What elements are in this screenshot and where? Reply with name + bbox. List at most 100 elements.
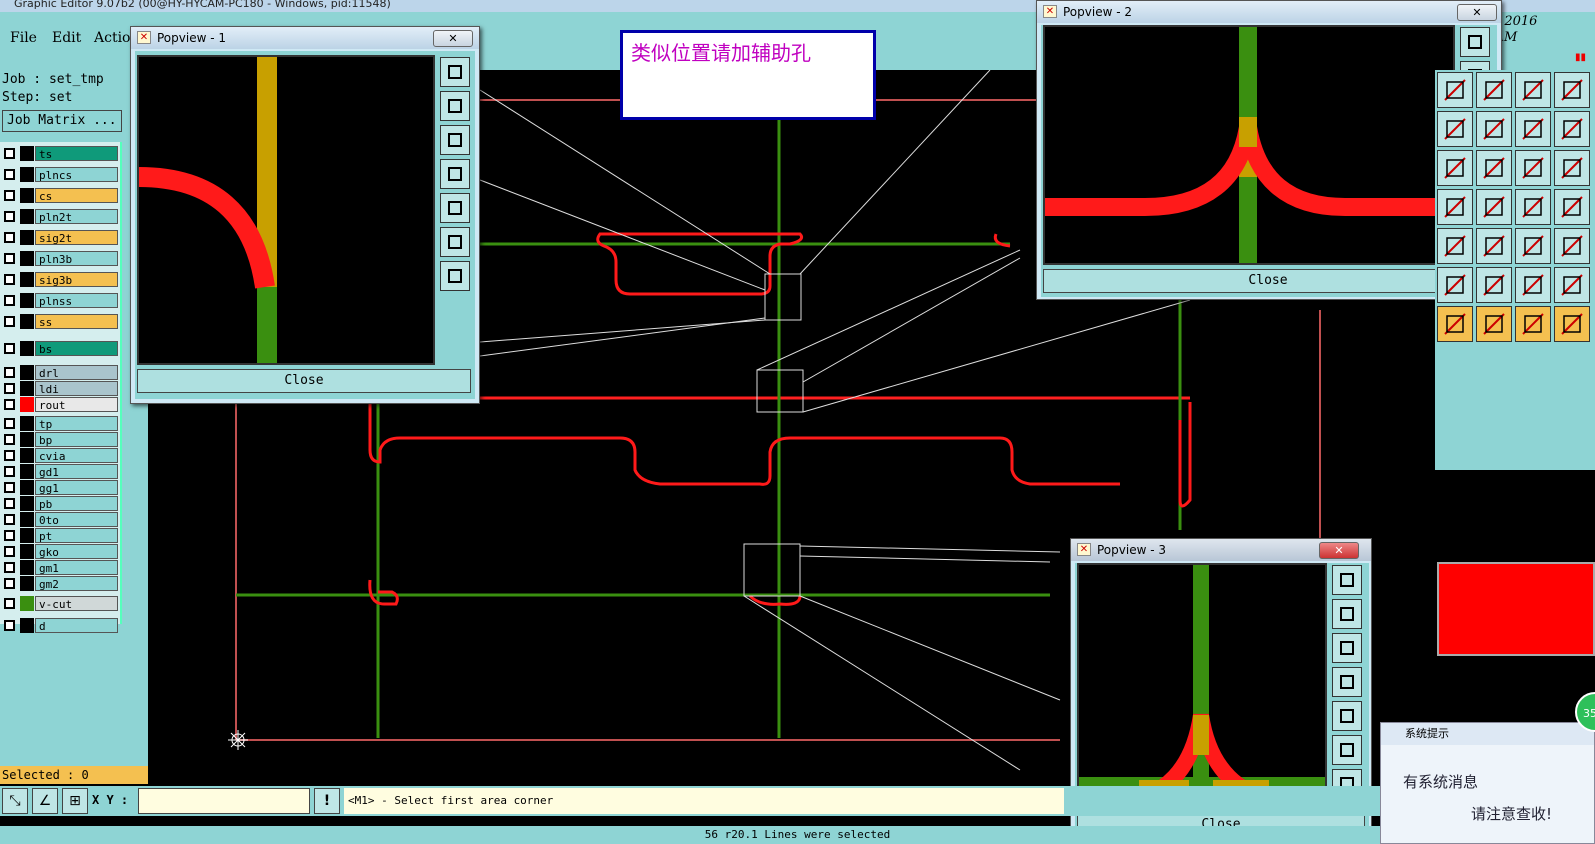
layer-color-swatch[interactable]	[20, 560, 34, 575]
measure-icon[interactable]: ∠	[32, 788, 58, 814]
layer-checkbox[interactable]	[4, 148, 15, 159]
layer-checkbox[interactable]	[4, 450, 15, 461]
layer-row[interactable]: ts	[2, 146, 118, 161]
arc-icon[interactable]	[1515, 267, 1551, 303]
popview-3-close-icon[interactable]: ✕	[1319, 542, 1359, 559]
layer-row[interactable]: v-cut	[2, 596, 118, 611]
layer-row[interactable]: plnss	[2, 293, 118, 308]
layer-color-swatch[interactable]	[20, 293, 34, 308]
layer-name[interactable]: pln2t	[35, 209, 118, 224]
pan-left-icon[interactable]	[1332, 667, 1362, 697]
zoom-in-icon[interactable]	[440, 227, 470, 257]
popview-3-view[interactable]	[1077, 563, 1327, 811]
diagonal-icon[interactable]	[1476, 189, 1512, 225]
zoom-out-icon[interactable]	[440, 261, 470, 291]
layer-color-swatch[interactable]	[20, 167, 34, 182]
ruler-icon[interactable]	[1437, 150, 1473, 186]
zoom-home-icon[interactable]	[1460, 27, 1490, 57]
layer-color-swatch[interactable]	[20, 397, 34, 412]
xy-input[interactable]	[138, 788, 310, 814]
zoom-home-icon[interactable]	[440, 57, 470, 87]
layer-name[interactable]: cvia	[35, 448, 118, 463]
popview-1-view[interactable]	[137, 55, 435, 365]
layer-row[interactable]: gm2	[2, 576, 118, 591]
layer-checkbox[interactable]	[4, 530, 15, 541]
layer-name[interactable]: gm1	[35, 560, 118, 575]
pan-right-icon[interactable]	[1332, 701, 1362, 731]
layer-checkbox[interactable]	[4, 562, 15, 573]
layer-name[interactable]: bs	[35, 341, 118, 356]
job-matrix-button[interactable]: Job Matrix ...	[2, 110, 122, 132]
layer-color-swatch[interactable]	[20, 576, 34, 591]
layer-color-swatch[interactable]	[20, 596, 34, 611]
layer-color-swatch[interactable]	[20, 365, 34, 380]
layer-name[interactable]: plnss	[35, 293, 118, 308]
pan-down-icon[interactable]	[440, 125, 470, 155]
layer-checkbox[interactable]	[4, 598, 15, 609]
layer-color-swatch[interactable]	[20, 618, 34, 633]
help-icon[interactable]	[1476, 111, 1512, 147]
pan-down-icon[interactable]	[1332, 633, 1362, 663]
pad-icon[interactable]	[1476, 150, 1512, 186]
line-red-icon[interactable]	[1515, 150, 1551, 186]
layer-color-swatch[interactable]	[20, 341, 34, 356]
layer-row[interactable]: gm1	[2, 560, 118, 575]
pan-left-icon[interactable]	[440, 159, 470, 189]
layer-row[interactable]: pln2t	[2, 209, 118, 224]
pan-right-icon[interactable]	[440, 193, 470, 223]
net-alt-icon[interactable]	[1554, 111, 1590, 147]
angle-icon[interactable]	[1437, 189, 1473, 225]
layer-checkbox[interactable]	[4, 169, 15, 180]
layer-color-swatch[interactable]	[20, 146, 34, 161]
popview-2-close-button[interactable]: Close	[1043, 269, 1493, 293]
layer-name[interactable]: gg1	[35, 480, 118, 495]
layer-row[interactable]: cs	[2, 188, 118, 203]
scale-icon[interactable]	[1437, 111, 1473, 147]
layer-row[interactable]: pln3b	[2, 251, 118, 266]
pan-up-icon[interactable]	[1332, 599, 1362, 629]
undo-icon[interactable]	[1515, 189, 1551, 225]
grid-icon[interactable]: ⊞	[62, 788, 88, 814]
layer-row[interactable]: pt	[2, 528, 118, 543]
zoom-in-icon[interactable]	[1332, 735, 1362, 765]
pan-up-icon[interactable]	[440, 91, 470, 121]
layer-color-swatch[interactable]	[20, 209, 34, 224]
layer-name[interactable]: sig3b	[35, 272, 118, 287]
layer-name[interactable]: d	[35, 618, 118, 633]
shape-icon[interactable]	[1554, 228, 1590, 264]
route-icon[interactable]	[1554, 306, 1590, 342]
layer-color-swatch[interactable]	[20, 544, 34, 559]
layer-checkbox[interactable]	[4, 295, 15, 306]
rotate-icon[interactable]	[1515, 72, 1551, 108]
layer-checkbox[interactable]	[4, 620, 15, 631]
popview-2-view[interactable]	[1043, 25, 1455, 265]
popview-1[interactable]: Popview - 1 ✕ ✕ Close	[130, 26, 480, 404]
layer-name[interactable]: pln3b	[35, 251, 118, 266]
layer-name[interactable]: ts	[35, 146, 118, 161]
layer-row[interactable]: gko	[2, 544, 118, 559]
layer-checkbox[interactable]	[4, 211, 15, 222]
layer-checkbox[interactable]	[4, 546, 15, 557]
layer-name[interactable]: v-cut	[35, 596, 118, 611]
layer-row[interactable]: bs	[2, 341, 118, 356]
dim-icon[interactable]	[1515, 228, 1551, 264]
zoom-area-icon[interactable]: ⤡	[2, 788, 28, 814]
layer-name[interactable]: ss	[35, 314, 118, 329]
layer-checkbox[interactable]	[4, 232, 15, 243]
window-icon[interactable]	[1476, 72, 1512, 108]
layer-name[interactable]: sig2t	[35, 230, 118, 245]
layer-checkbox[interactable]	[4, 578, 15, 589]
layer-color-swatch[interactable]	[20, 480, 34, 495]
triangle-icon[interactable]	[1437, 267, 1473, 303]
layer-name[interactable]: cs	[35, 188, 118, 203]
zoom-home-icon[interactable]	[1332, 565, 1362, 595]
layer-checkbox[interactable]	[4, 466, 15, 477]
layer-color-swatch[interactable]	[20, 381, 34, 396]
layer-color-swatch[interactable]	[20, 230, 34, 245]
layer-name[interactable]: pb	[35, 496, 118, 511]
layer-row[interactable]: sig3b	[2, 272, 118, 287]
line-blue-icon[interactable]	[1554, 150, 1590, 186]
layer-color-swatch[interactable]	[20, 448, 34, 463]
popview-2[interactable]: Popview - 2 ✕ ✕ Close	[1036, 0, 1502, 300]
popview-1-close-icon[interactable]: ✕	[433, 30, 473, 47]
